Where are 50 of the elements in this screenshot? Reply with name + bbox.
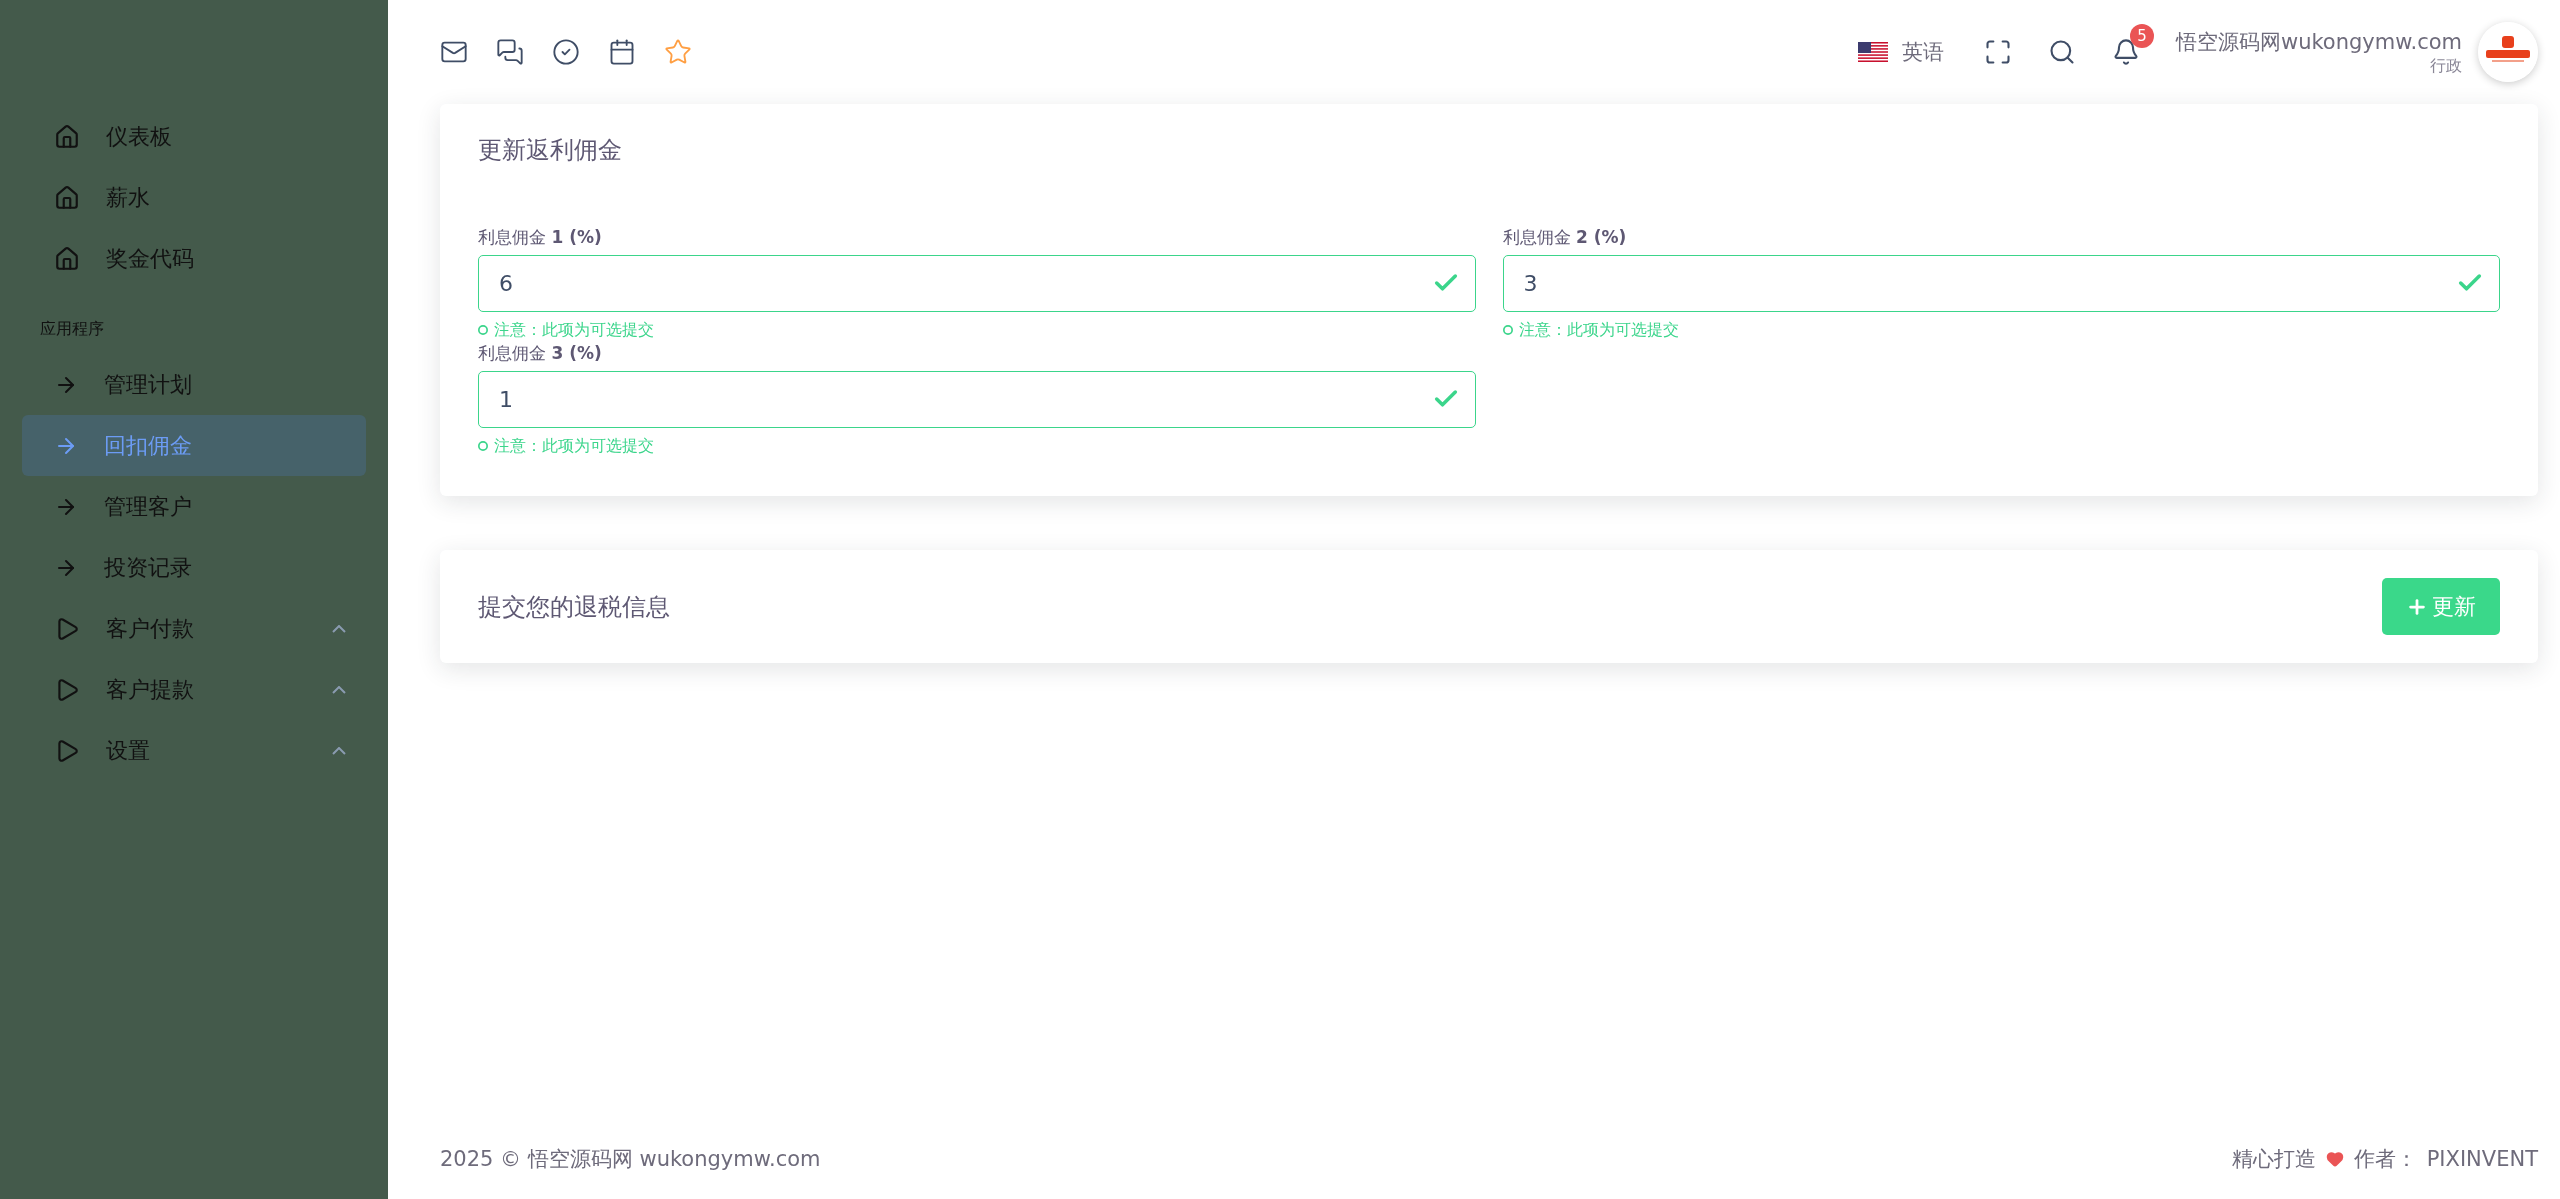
sidebar-item[interactable]: 仪表板 <box>22 106 366 167</box>
sidebar-item[interactable]: 客户提款 <box>22 659 366 720</box>
fullscreen-icon[interactable] <box>1983 38 2012 66</box>
made-with-text: 精心打造 <box>2231 1146 2316 1173</box>
field-hint: 注意：此项为可选提交 <box>494 319 654 341</box>
chevron-up-icon <box>332 746 346 755</box>
circle-icon <box>478 441 488 451</box>
field-label: 利息佣金 3 (%) <box>478 342 603 365</box>
input-field[interactable]: 1 <box>478 371 1476 428</box>
field-hint: 注意：此项为可选提交 <box>494 435 654 457</box>
field-hint: 注意：此项为可选提交 <box>1518 319 1679 341</box>
section-title: 应用程序 <box>39 318 105 340</box>
circle-icon <box>478 325 488 335</box>
flag-icon[interactable] <box>1857 42 1888 62</box>
chevron-up-icon <box>332 624 346 633</box>
field-label: 利息佣金 1 (%) <box>478 226 603 249</box>
sidebar-item[interactable]: 回扣佣金 <box>22 415 366 476</box>
search-icon[interactable] <box>2047 38 2076 66</box>
check-circle-icon[interactable] <box>552 38 580 66</box>
language-label[interactable]: 英语 <box>1901 38 1944 66</box>
chat-icon[interactable] <box>496 38 524 66</box>
copyright-text: 2025 © 悟空源码网 wukongymw.com <box>440 1146 821 1173</box>
bell-icon[interactable] <box>2111 38 2140 66</box>
sidebar-item[interactable]: 薪水 <box>22 167 366 228</box>
chevron-up-icon <box>332 685 346 694</box>
author-name: PIXINVENT <box>2426 1147 2538 1171</box>
star-icon[interactable] <box>664 38 692 66</box>
sidebar-item[interactable]: 客户付款 <box>22 598 366 659</box>
sidebar-item[interactable]: 投资记录 <box>22 537 366 598</box>
heart-icon <box>2325 1150 2344 1168</box>
user-role: 行政 <box>2430 55 2462 77</box>
update-button[interactable]: 更新 <box>2382 578 2500 635</box>
home-icon <box>54 184 80 211</box>
user-name: 悟空源码网wukongymw.com <box>2175 28 2462 56</box>
sidebar-item[interactable]: 管理客户 <box>22 476 366 537</box>
card-title: 更新返利佣金 <box>478 135 623 166</box>
card-title: 提交您的退税信息 <box>478 591 670 623</box>
home-icon <box>54 245 80 272</box>
circle-icon <box>1502 325 1513 335</box>
input-field[interactable]: 6 <box>478 255 1476 312</box>
home-icon <box>54 123 80 150</box>
input-field[interactable]: 3 <box>1502 255 2500 312</box>
sidebar-item[interactable]: 奖金代码 <box>22 228 366 289</box>
calendar-icon[interactable] <box>608 38 636 66</box>
field-label: 利息佣金 2 (%) <box>1502 226 1628 249</box>
author-label: 作者： <box>2353 1146 2417 1173</box>
notification-badge: 5 <box>2129 24 2154 48</box>
sidebar-item[interactable]: 管理计划 <box>22 354 366 415</box>
avatar[interactable] <box>2478 22 2538 82</box>
sidebar-item[interactable]: 设置 <box>22 720 366 781</box>
